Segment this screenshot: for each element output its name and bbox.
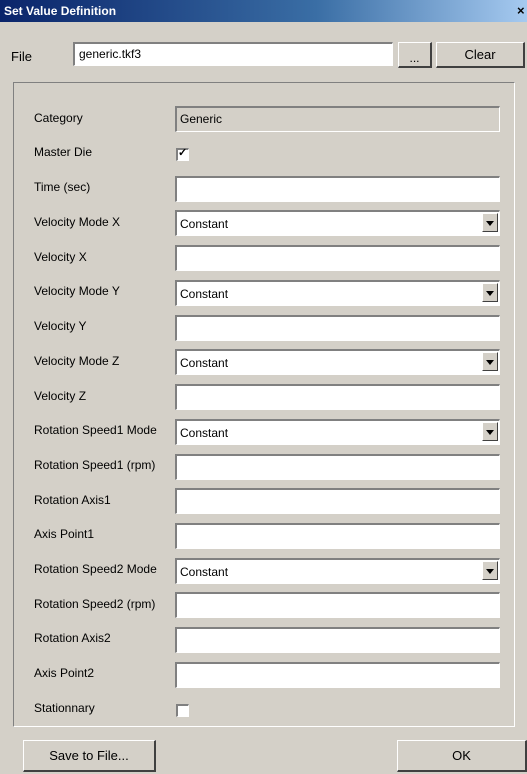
checkmark-icon: ✓ (178, 147, 188, 159)
velocity-mode-z-value: Constant (180, 356, 229, 370)
velocity-mode-x-label: Velocity Mode X (34, 215, 121, 229)
velocity-y-input[interactable] (175, 315, 500, 341)
category-label: Category (34, 111, 83, 125)
rotation-speed2-mode-select[interactable]: Constant (175, 558, 500, 584)
title-bar[interactable]: Set Value Definition × (0, 0, 527, 22)
axis-point2-label: Axis Point2 (34, 666, 95, 680)
velocity-x-label: Velocity X (34, 250, 87, 264)
rotation-speed1-mode-select[interactable]: Constant (175, 419, 500, 445)
velocity-mode-x-select[interactable]: Constant (175, 210, 500, 236)
stationnary-checkbox[interactable] (176, 704, 189, 717)
file-path-input[interactable]: generic.tkf3 (73, 42, 393, 66)
rotation-speed1-rpm-label: Rotation Speed1 (rpm) (34, 458, 156, 472)
stationnary-label: Stationnary (34, 701, 95, 715)
velocity-z-label: Velocity Z (34, 389, 87, 403)
rotation-speed2-rpm-label: Rotation Speed2 (rpm) (34, 597, 156, 611)
velocity-mode-z-label: Velocity Mode Z (34, 354, 120, 368)
time-input[interactable] (175, 176, 500, 202)
rotation-axis2-input[interactable] (175, 627, 500, 653)
velocity-y-label: Velocity Y (34, 319, 87, 333)
rotation-axis1-input[interactable] (175, 488, 500, 514)
velocity-z-input[interactable] (175, 384, 500, 410)
axis-point1-input[interactable] (175, 523, 500, 549)
rotation-speed1-mode-value: Constant (180, 426, 229, 440)
close-icon[interactable]: × (517, 2, 527, 20)
ok-button[interactable]: OK (397, 740, 527, 772)
velocity-mode-y-value: Constant (180, 287, 229, 301)
file-label: File (11, 49, 32, 64)
rotation-axis1-label: Rotation Axis1 (34, 493, 111, 507)
dropdown-arrow-icon[interactable] (482, 213, 498, 232)
rotation-speed1-mode-label: Rotation Speed1 Mode (34, 423, 157, 437)
velocity-x-input[interactable] (175, 245, 500, 271)
rotation-speed1-rpm-input[interactable] (175, 454, 500, 480)
velocity-mode-y-select[interactable]: Constant (175, 280, 500, 306)
window-title: Set Value Definition (4, 4, 117, 18)
browse-button[interactable]: ... (398, 42, 432, 68)
time-label: Time (sec) (34, 180, 91, 194)
rotation-speed2-rpm-input[interactable] (175, 592, 500, 618)
dropdown-arrow-icon[interactable] (482, 352, 498, 371)
category-field: Generic (175, 106, 500, 132)
rotation-speed2-mode-value: Constant (180, 565, 229, 579)
velocity-mode-x-value: Constant (180, 217, 229, 231)
velocity-mode-z-select[interactable]: Constant (175, 349, 500, 375)
clear-button[interactable]: Clear (436, 42, 525, 68)
dropdown-arrow-icon[interactable] (482, 283, 498, 302)
axis-point2-input[interactable] (175, 662, 500, 688)
rotation-speed2-mode-label: Rotation Speed2 Mode (34, 562, 157, 576)
dropdown-arrow-icon[interactable] (482, 561, 498, 580)
axis-point1-label: Axis Point1 (34, 527, 95, 541)
dropdown-arrow-icon[interactable] (482, 422, 498, 441)
rotation-axis2-label: Rotation Axis2 (34, 631, 111, 645)
save-to-file-button[interactable]: Save to File... (23, 740, 156, 772)
master-die-label: Master Die (34, 145, 93, 159)
master-die-checkbox[interactable]: ✓ (176, 147, 189, 161)
velocity-mode-y-label: Velocity Mode Y (34, 284, 120, 298)
